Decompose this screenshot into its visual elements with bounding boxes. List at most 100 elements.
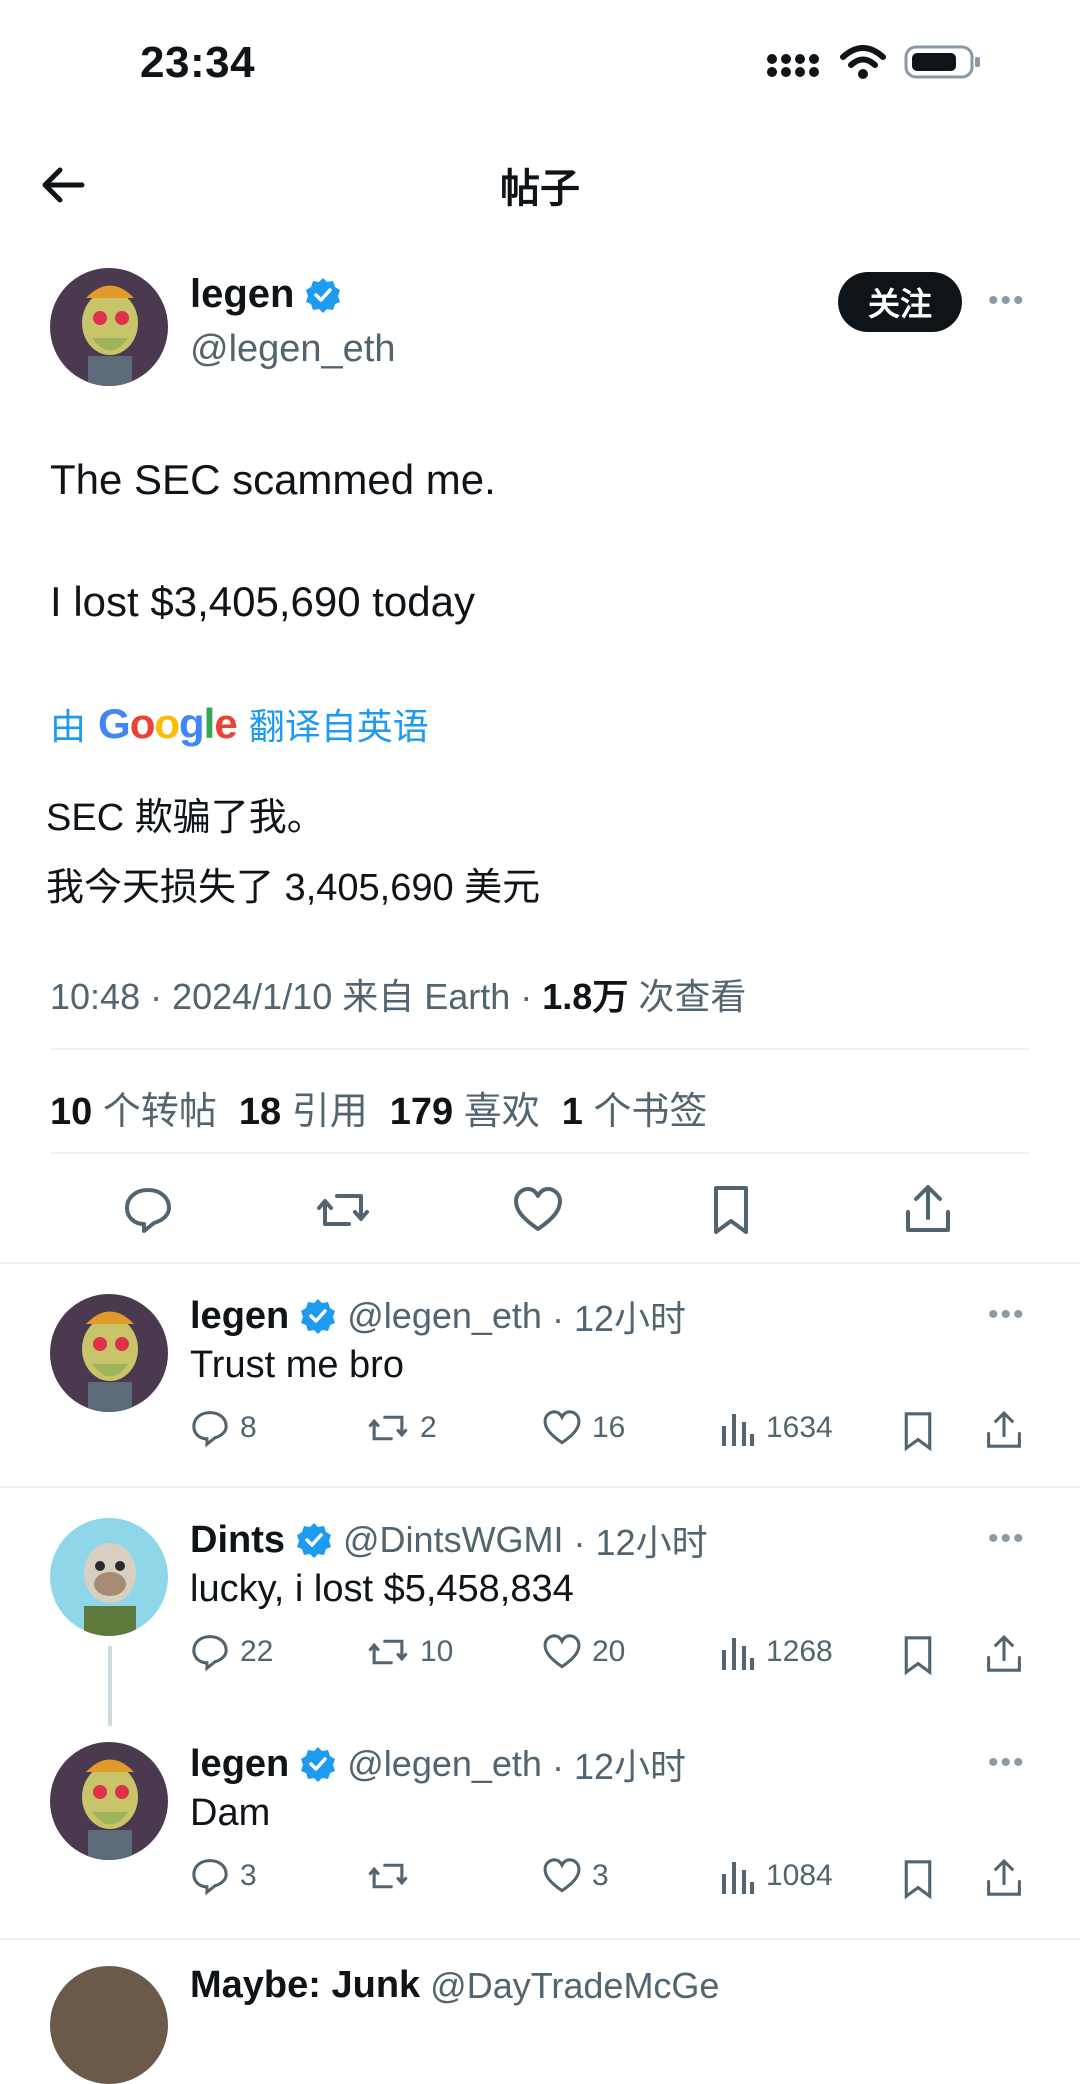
reply-text: Dam xyxy=(190,1792,271,1834)
reply-time: · 12小时 xyxy=(551,1298,686,1339)
engagement-stats: 10 个转帖 18 引用 179 喜欢 1 个书签 xyxy=(50,1080,707,1135)
views-count: 1634 xyxy=(766,1411,833,1444)
stat-count: 18 xyxy=(238,1091,282,1133)
google-logo: Google xyxy=(98,700,238,747)
reply-actions: 3 3 1084 xyxy=(190,1856,1030,1906)
share-icon[interactable] xyxy=(984,1632,1024,1676)
reply-time: · 12小时 xyxy=(573,1522,708,1563)
reply-like-action[interactable]: 20 xyxy=(542,1632,625,1672)
reply-author-handle[interactable]: @DayTradeMcGe xyxy=(430,1965,719,2007)
reply-count: 8 xyxy=(240,1411,257,1444)
stat-likes[interactable]: 179 喜欢 xyxy=(390,1080,540,1135)
wifi-icon xyxy=(840,45,886,79)
divider xyxy=(0,1938,1080,1940)
translated-line1: SEC 欺骗了我。 xyxy=(46,797,325,839)
like-icon[interactable] xyxy=(512,1184,564,1236)
bookmark-icon[interactable] xyxy=(900,1410,936,1452)
retweet-count: 10 xyxy=(420,1635,454,1668)
like-count: 20 xyxy=(592,1635,626,1668)
stat-label: 引用 xyxy=(291,1091,368,1133)
reply-like-action[interactable]: 3 xyxy=(542,1856,609,1896)
tweet-text-line1: The SEC scammed me. xyxy=(50,456,496,503)
like-icon xyxy=(543,1410,581,1445)
tweet-meta: 10:48 · 2024/1/10 来自 Earth · 1.8万 次查看 xyxy=(50,968,746,1020)
tweet-actions xyxy=(50,1180,1030,1240)
page-title: 帖子 xyxy=(500,167,580,211)
stat-retweets[interactable]: 10 个转帖 xyxy=(50,1080,217,1135)
tweet-text-line2: I lost $3,405,690 today xyxy=(50,578,475,625)
retweet-icon xyxy=(368,1863,408,1889)
reply-icon[interactable] xyxy=(122,1184,174,1236)
signal-icon xyxy=(767,54,819,77)
reply-retweet-action[interactable] xyxy=(366,1856,420,1896)
avatar[interactable] xyxy=(50,268,168,386)
share-icon[interactable] xyxy=(984,1408,1024,1452)
divider xyxy=(0,1486,1080,1488)
translate-by: 由 xyxy=(50,706,87,747)
reply-author-handle[interactable]: @DintsWGMI xyxy=(343,1519,564,1561)
avatar[interactable] xyxy=(50,1518,168,1636)
ape-avatar-icon xyxy=(50,1518,168,1636)
reply-text: lucky, i lost $5,458,834 xyxy=(190,1568,574,1610)
more-options-icon[interactable]: ••• xyxy=(988,1522,1026,1556)
avatar[interactable] xyxy=(50,1294,168,1412)
reply-author-name[interactable]: Dints xyxy=(190,1519,285,1562)
reply-icon xyxy=(192,1635,228,1672)
reply-count: 3 xyxy=(240,1859,257,1892)
reply-author-handle[interactable]: @legen_eth xyxy=(347,1295,542,1337)
share-icon[interactable] xyxy=(984,1856,1024,1900)
translate-from: 翻译自英语 xyxy=(248,706,429,747)
bookmark-icon[interactable] xyxy=(900,1858,936,1900)
avatar[interactable] xyxy=(50,1742,168,1860)
reply-author-name[interactable]: legen xyxy=(190,1743,289,1786)
bookmark-icon[interactable] xyxy=(708,1184,754,1236)
meta-prefix: 10:48 · 2024/1/10 来自 Earth · xyxy=(50,976,543,1017)
views-icon xyxy=(722,1638,754,1670)
translation-attribution[interactable]: 由 Google 翻译自英语 xyxy=(50,698,429,750)
reply-retweet-action[interactable]: 10 xyxy=(366,1632,453,1672)
more-options-icon[interactable]: ••• xyxy=(988,1298,1026,1332)
reply-views-action[interactable]: 1268 xyxy=(720,1632,833,1672)
verified-badge-icon xyxy=(301,1299,336,1334)
views-count: 1268 xyxy=(766,1635,833,1668)
reply-author-handle[interactable]: @legen_eth xyxy=(347,1743,542,1785)
reply-actions: 8 2 16 1634 xyxy=(190,1408,1030,1458)
like-count: 3 xyxy=(592,1859,609,1892)
retweet-icon xyxy=(368,1415,408,1441)
retweet-icon[interactable] xyxy=(315,1184,371,1236)
reply-like-action[interactable]: 16 xyxy=(542,1408,625,1448)
reply-count: 22 xyxy=(240,1635,274,1668)
battery-icon xyxy=(904,45,980,79)
stat-label: 个转帖 xyxy=(102,1091,217,1133)
reply-header: legen @legen_eth · 12小时 xyxy=(190,1290,686,1342)
reply-comment-action[interactable]: 3 xyxy=(190,1856,257,1896)
reply-actions: 22 10 20 1268 xyxy=(190,1632,1030,1682)
reply-retweet-action[interactable]: 2 xyxy=(366,1408,437,1448)
reply-text: Trust me bro xyxy=(190,1344,404,1386)
reply-author-name[interactable]: legen xyxy=(190,1295,289,1338)
stat-bookmarks[interactable]: 1 个书签 xyxy=(562,1080,708,1135)
more-options-icon[interactable]: ••• xyxy=(988,284,1026,318)
avatar[interactable] xyxy=(50,1966,168,2084)
author-handle[interactable]: @legen_eth xyxy=(190,328,396,371)
bookmark-icon[interactable] xyxy=(900,1634,936,1676)
like-icon xyxy=(543,1858,581,1893)
reply-views-action[interactable]: 1634 xyxy=(720,1408,833,1448)
reply-views-action[interactable]: 1084 xyxy=(720,1856,833,1896)
stat-count: 1 xyxy=(561,1091,583,1133)
like-icon xyxy=(543,1634,581,1669)
ape-avatar-icon xyxy=(50,1294,168,1412)
reply-comment-action[interactable]: 22 xyxy=(190,1632,273,1672)
stat-quotes[interactable]: 18 引用 xyxy=(239,1080,368,1135)
ape-avatar-icon xyxy=(50,1742,168,1860)
reply-comment-action[interactable]: 8 xyxy=(190,1408,257,1448)
share-icon[interactable] xyxy=(902,1182,954,1236)
retweet-icon xyxy=(368,1639,408,1665)
stat-count: 179 xyxy=(389,1091,454,1133)
divider xyxy=(50,1152,1030,1154)
ape-avatar-icon xyxy=(50,268,168,386)
follow-button[interactable]: 关注 xyxy=(838,272,962,332)
more-options-icon[interactable]: ••• xyxy=(988,1746,1026,1780)
author-name[interactable]: legen xyxy=(190,272,342,317)
views-suffix: 次查看 xyxy=(628,976,747,1017)
